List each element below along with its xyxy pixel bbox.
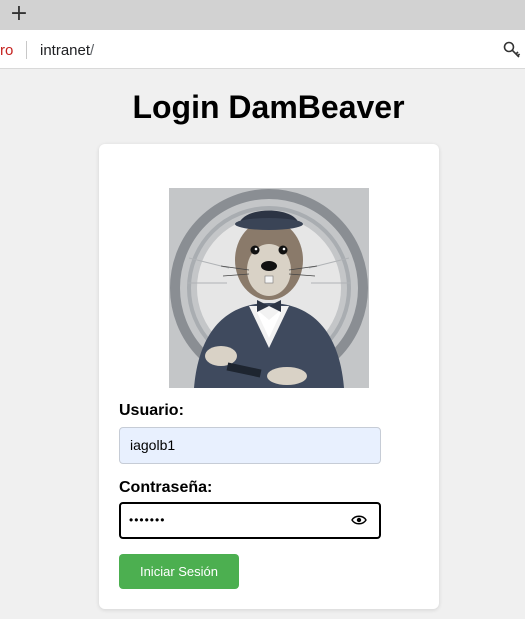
username-label: Usuario: <box>119 402 184 419</box>
username-field[interactable]: iagolb1 <box>119 427 381 464</box>
beaver-logo-image <box>169 188 369 388</box>
password-value: ••••••• <box>129 513 166 527</box>
new-tab-button[interactable]: + <box>8 3 30 26</box>
login-button[interactable]: Iniciar Sesión <box>119 554 239 589</box>
page-title: Login DamBeaver <box>132 89 405 125</box>
address-separator <box>26 41 27 59</box>
key-icon[interactable] <box>502 40 522 60</box>
address-bar[interactable]: ro intranet/ <box>0 30 525 69</box>
login-card: Usuario: iagolb1 Contraseña: ••••••• Ini… <box>99 144 439 609</box>
url-text[interactable]: intranet/ <box>40 42 94 59</box>
browser-tabstrip: + <box>0 0 525 30</box>
url-host: intranet <box>40 42 91 59</box>
password-field[interactable]: ••••••• <box>119 502 381 539</box>
eye-icon[interactable] <box>351 514 367 526</box>
password-label: Contraseña: <box>119 479 213 496</box>
security-indicator[interactable]: ro <box>0 42 13 59</box>
url-path: / <box>90 42 95 59</box>
